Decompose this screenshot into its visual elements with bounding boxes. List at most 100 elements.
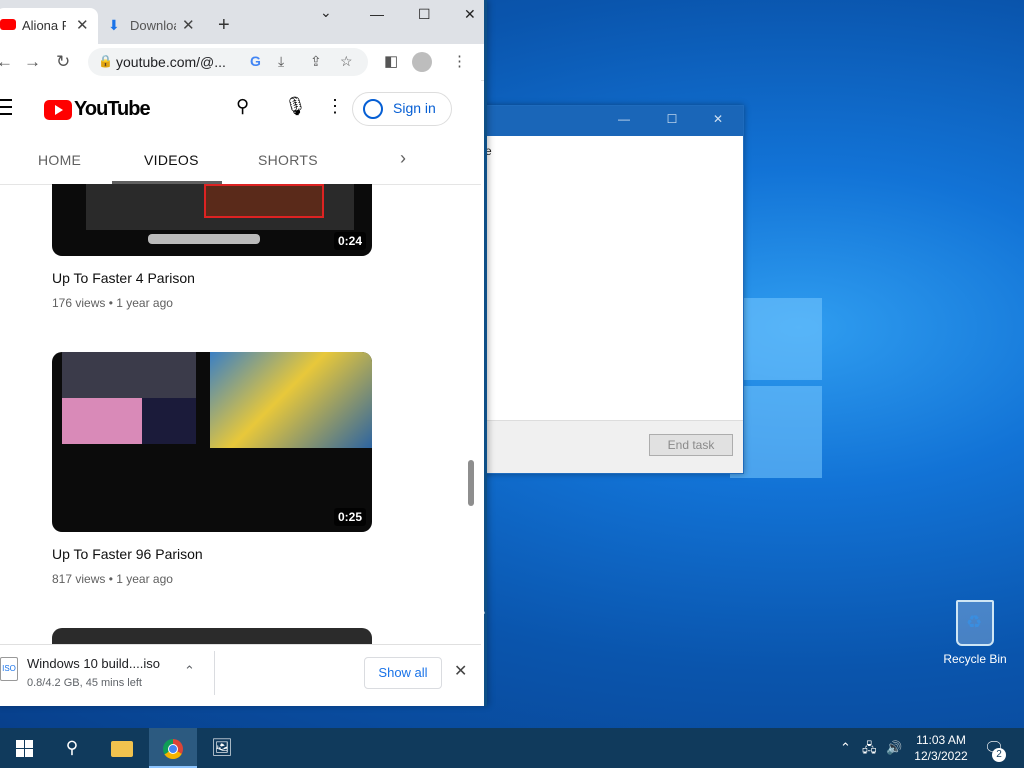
youtube-page: YouTube ⚲ 🎙 ⋮ Sign in HOME VIDEOS SHORTS… xyxy=(0,80,481,644)
download-file-name[interactable]: Windows 10 build....iso xyxy=(27,656,160,671)
download-icon: ⬇ xyxy=(108,17,120,33)
youtube-logo[interactable]: YouTube xyxy=(44,98,151,121)
video-title[interactable]: Up To Faster 4 Parison xyxy=(52,270,195,286)
close-icon[interactable]: ✕ xyxy=(454,661,467,681)
thumbnail-frame xyxy=(142,398,196,444)
dialog-titlebar[interactable]: — ☐ ✕ xyxy=(481,106,743,136)
side-panel-icon[interactable]: ◧ xyxy=(384,52,398,70)
video-age: 1 year ago xyxy=(116,572,173,586)
bookmark-star-icon[interactable]: ☆ xyxy=(340,53,353,70)
notification-badge: 2 xyxy=(992,748,1006,762)
window-controls: ⌄ — ☐ ✕ xyxy=(314,0,484,32)
dialog-close-button[interactable]: ✕ xyxy=(703,112,733,130)
clock-date: 12/3/2022 xyxy=(914,749,968,763)
chrome-window: Aliona F ✕ ⬇ Downloa ✕ + ⌄ — ☐ ✕ ← → ↻ 🔒… xyxy=(0,0,487,706)
minimize-button[interactable]: — xyxy=(370,6,384,22)
thumbnail-controls xyxy=(148,234,260,244)
sign-in-label: Sign in xyxy=(393,100,436,116)
profile-avatar-icon[interactable] xyxy=(412,52,432,72)
chevron-right-icon[interactable]: › xyxy=(400,148,406,169)
more-options-icon[interactable]: ⋮ xyxy=(326,96,344,117)
thumbnail-frame xyxy=(210,352,372,448)
account-icon xyxy=(363,99,383,119)
tab-search-icon[interactable]: ⌄ xyxy=(320,4,332,21)
app-taskbar-icon[interactable]: 🖼 xyxy=(198,728,246,768)
video-title[interactable]: Up To Faster 96 Parison xyxy=(52,546,203,562)
video-thumbnail[interactable]: 0:24 xyxy=(52,184,372,256)
network-icon[interactable]: 🖧 xyxy=(862,728,877,768)
windows-logo-wallpaper xyxy=(730,288,825,483)
tab-videos[interactable]: VIDEOS xyxy=(144,152,199,168)
task-dialog: — ☐ ✕ e End task xyxy=(480,105,744,474)
video-meta: 176 views • 1 year ago xyxy=(52,296,173,310)
file-explorer-icon[interactable] xyxy=(98,728,146,768)
chrome-taskbar-icon[interactable] xyxy=(149,728,197,768)
dialog-maximize-button[interactable]: ☐ xyxy=(657,112,687,130)
video-views: 817 views xyxy=(52,572,106,586)
channel-tabs: HOME VIDEOS SHORTS › xyxy=(0,136,481,185)
search-icon[interactable]: ⚲ xyxy=(236,96,249,117)
tab-label: Downloa xyxy=(130,18,176,33)
google-lens-icon[interactable]: G xyxy=(250,53,261,69)
menu-icon[interactable] xyxy=(0,99,12,120)
thumbnail-frame xyxy=(62,398,142,444)
divider xyxy=(214,651,215,695)
chevron-up-icon[interactable]: ⌃ xyxy=(840,728,851,768)
start-button[interactable] xyxy=(16,740,33,757)
volume-icon[interactable]: 🔊 xyxy=(886,728,902,768)
chrome-menu-icon[interactable]: ⋮ xyxy=(452,52,467,70)
tab-label: Aliona F xyxy=(22,18,66,33)
lock-icon[interactable]: 🔒 xyxy=(98,54,113,68)
url-text[interactable]: youtube.com/@... xyxy=(116,54,226,70)
search-icon[interactable]: ⚲ xyxy=(48,728,96,768)
tab-shorts[interactable]: SHORTS xyxy=(258,152,318,168)
back-icon[interactable]: ← xyxy=(0,52,13,72)
tab-youtube[interactable]: Aliona F ✕ xyxy=(0,8,98,44)
sign-in-button[interactable]: Sign in xyxy=(352,92,452,126)
show-all-button[interactable]: Show all xyxy=(364,657,442,689)
close-button[interactable]: ✕ xyxy=(464,6,476,23)
notification-icon[interactable]: 🗨 2 xyxy=(984,738,1006,762)
video-views: 176 views xyxy=(52,296,106,310)
maximize-button[interactable]: ☐ xyxy=(418,6,431,23)
video-duration: 0:25 xyxy=(333,508,366,526)
chevron-up-icon[interactable]: ⌃ xyxy=(184,663,195,679)
taskbar: ⚲ 🖼 ⌃ 🖧 🔊 11:03 AM 12/3/2022 🗨 2 xyxy=(0,728,1024,768)
tab-downloads[interactable]: ⬇ Downloa ✕ xyxy=(100,8,210,44)
video-meta: 817 views • 1 year ago xyxy=(52,572,173,586)
dialog-body: e xyxy=(481,136,743,421)
tab-close-icon[interactable]: ✕ xyxy=(182,16,195,34)
forward-icon[interactable]: → xyxy=(24,52,41,72)
browser-toolbar: ← → ↻ 🔒 youtube.com/@... G ⤓ ⇪ ☆ ◧ ⋮ xyxy=(0,44,484,81)
recycle-bin-label: Recycle Bin xyxy=(943,652,1007,666)
video-thumbnail[interactable]: 0:25 xyxy=(52,352,372,532)
recycle-bin-icon xyxy=(956,600,994,646)
recycle-bin[interactable]: Recycle Bin xyxy=(940,600,1010,666)
tab-home[interactable]: HOME xyxy=(38,152,81,168)
install-icon[interactable]: ⤓ xyxy=(278,53,284,70)
clock-time: 11:03 AM xyxy=(916,733,966,747)
youtube-logo-text: YouTube xyxy=(74,98,151,120)
download-status: 0.8/4.2 GB, 45 mins left xyxy=(27,677,142,689)
reload-icon[interactable]: ↻ xyxy=(56,52,70,72)
video-age: 1 year ago xyxy=(116,296,173,310)
iso-file-icon: ISO xyxy=(0,657,18,681)
youtube-play-icon xyxy=(44,99,72,120)
share-icon[interactable]: ⇪ xyxy=(310,53,322,70)
scrollbar-thumb[interactable] xyxy=(468,460,474,506)
tab-close-icon[interactable]: ✕ xyxy=(76,16,89,34)
microphone-icon[interactable]: 🎙 xyxy=(284,96,307,117)
dialog-minimize-button[interactable]: — xyxy=(609,112,639,130)
youtube-favicon-icon xyxy=(0,19,16,30)
end-task-button[interactable]: End task xyxy=(649,434,733,456)
clock[interactable]: 11:03 AM 12/3/2022 xyxy=(906,732,976,764)
youtube-header: YouTube ⚲ 🎙 ⋮ Sign in xyxy=(0,80,481,136)
address-bar[interactable]: 🔒 youtube.com/@... G ⤓ ⇪ ☆ xyxy=(88,48,368,76)
tab-strip: Aliona F ✕ ⬇ Downloa ✕ + ⌄ — ☐ ✕ xyxy=(0,0,484,44)
download-shelf: ISO Windows 10 build....iso 0.8/4.2 GB, … xyxy=(0,644,481,701)
thumbnail-frame xyxy=(62,352,196,398)
video-thumbnail[interactable] xyxy=(52,628,372,644)
thumbnail-inset xyxy=(204,184,324,218)
video-duration: 0:24 xyxy=(333,232,366,250)
new-tab-button[interactable]: + xyxy=(218,14,230,37)
